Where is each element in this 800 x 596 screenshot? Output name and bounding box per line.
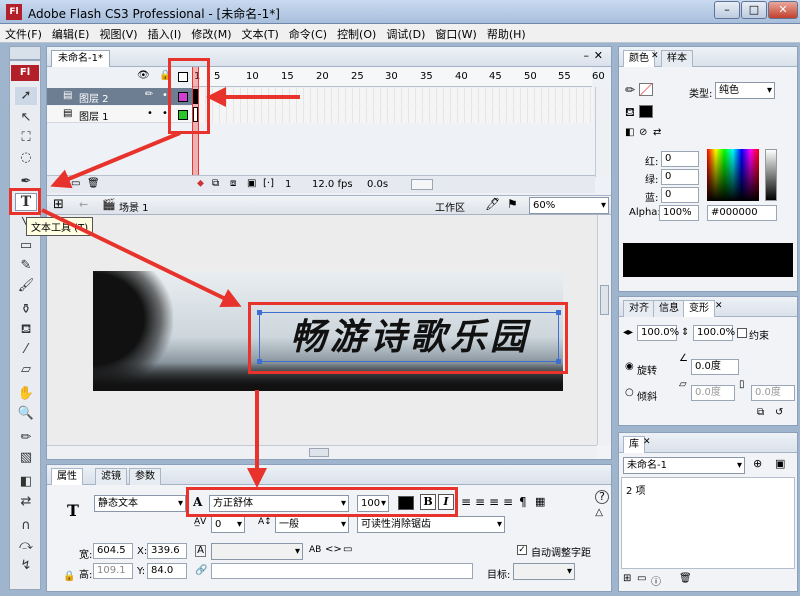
annotation-box-font-settings [186, 487, 458, 517]
annotation-box-text-tool [9, 188, 41, 215]
annotation-box-stage-text [248, 302, 568, 374]
arrow-to-stage-text [41, 208, 242, 308]
annotation-box-layers [168, 58, 210, 134]
arrow-to-text-tool [50, 131, 181, 189]
